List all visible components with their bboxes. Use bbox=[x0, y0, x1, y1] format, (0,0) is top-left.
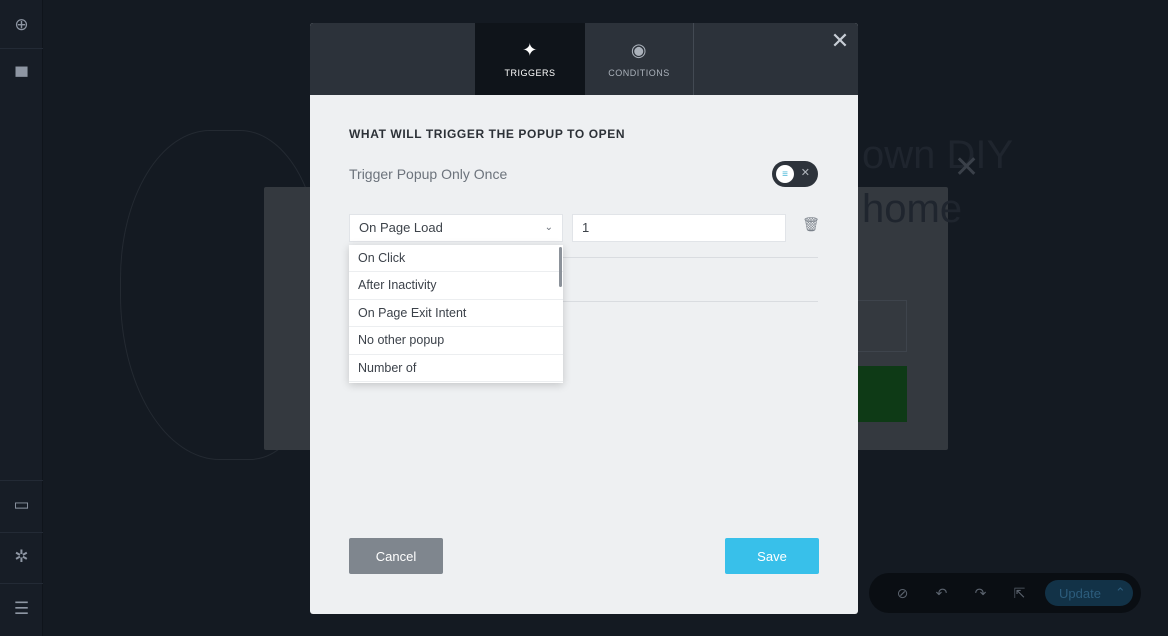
tab-conditions[interactable]: ◉ CONDITIONS bbox=[585, 23, 694, 95]
dropdown-option[interactable]: On Page Exit Intent bbox=[349, 300, 563, 328]
plus-circle-icon: ⊕ bbox=[14, 15, 29, 34]
trash-icon: 🗑 bbox=[802, 216, 820, 232]
background-heading-line: own DIY bbox=[862, 133, 1014, 177]
background-heading-line: home bbox=[862, 187, 963, 231]
widgets-button[interactable]: ▀ bbox=[0, 55, 43, 99]
editor-app: ⊕ ▀ ▭ ✲ ☰ own DIY home ✕ ⊘ ↶ ↷ ⇱ Update … bbox=[0, 0, 1168, 636]
tab-triggers-label: TRIGGERS bbox=[504, 67, 556, 78]
bottom-toolbar: ⊘ ↶ ↷ ⇱ Update ⌃ bbox=[869, 573, 1141, 613]
trigger-type-dropdown: On Click After Inactivity On Page Exit I… bbox=[349, 245, 563, 383]
popup-settings-modal: ✦ TRIGGERS ◉ CONDITIONS ✕ WHAT WILL TRIG… bbox=[310, 23, 858, 614]
external-link-icon: ⇱ bbox=[1013, 584, 1026, 601]
trigger-value-input[interactable]: 1 bbox=[572, 214, 786, 242]
trigger-once-toggle[interactable]: ≡ ✕ bbox=[772, 161, 818, 187]
row-divider bbox=[563, 257, 818, 258]
rail-divider bbox=[0, 480, 43, 481]
toggle-knob: ≡ bbox=[776, 165, 794, 183]
hamburger-icon: ☰ bbox=[13, 599, 30, 618]
update-label: Update bbox=[1059, 585, 1101, 601]
close-icon: ✕ bbox=[830, 28, 850, 53]
dropdown-option[interactable]: Number of bbox=[349, 355, 563, 382]
toggle-off-icon: ✕ bbox=[800, 167, 810, 179]
trigger-type-value: On Page Load bbox=[359, 220, 443, 235]
toggle-lines-icon: ≡ bbox=[782, 168, 788, 180]
background-button bbox=[858, 366, 907, 422]
hide-button[interactable]: ⊘ bbox=[883, 573, 922, 613]
row-divider bbox=[563, 301, 818, 302]
dropdown-scrollbar[interactable] bbox=[559, 247, 562, 287]
save-button[interactable]: Save bbox=[725, 538, 819, 574]
update-button[interactable]: Update ⌃ bbox=[1045, 580, 1133, 606]
modal-header: ✦ TRIGGERS ◉ CONDITIONS ✕ bbox=[310, 23, 858, 95]
cancel-button[interactable]: Cancel bbox=[349, 538, 443, 574]
tab-conditions-label: CONDITIONS bbox=[608, 67, 670, 78]
menu-button[interactable]: ☰ bbox=[0, 587, 43, 631]
chevron-up-icon: ⌃ bbox=[1114, 585, 1126, 600]
rail-divider bbox=[0, 532, 43, 533]
section-title: WHAT WILL TRIGGER THE POPUP TO OPEN bbox=[349, 127, 626, 141]
gear-icon: ✲ bbox=[14, 547, 29, 566]
background-close-icon: ✕ bbox=[954, 151, 980, 184]
background-heading: own DIY home bbox=[862, 128, 1013, 236]
left-rail: ⊕ ▀ ▭ ✲ ☰ bbox=[0, 0, 43, 636]
delete-trigger-button[interactable]: 🗑 bbox=[802, 216, 820, 236]
add-element-button[interactable]: ⊕ bbox=[0, 3, 43, 47]
dropdown-option[interactable]: No other popup bbox=[349, 327, 563, 355]
redo-icon: ↷ bbox=[974, 584, 987, 601]
undo-button[interactable]: ↶ bbox=[922, 573, 961, 613]
settings-button[interactable]: ✲ bbox=[0, 535, 43, 579]
trigger-once-label: Trigger Popup Only Once bbox=[349, 166, 508, 182]
responsive-button[interactable]: ▭ bbox=[0, 483, 43, 527]
eye-icon: ◉ bbox=[630, 39, 648, 60]
close-button[interactable]: ✕ bbox=[830, 28, 850, 53]
preview-button[interactable]: ⇱ bbox=[1000, 573, 1039, 613]
dropdown-option[interactable]: On Click bbox=[349, 245, 563, 273]
dropdown-option[interactable]: After Inactivity bbox=[349, 272, 563, 300]
rail-divider bbox=[0, 48, 43, 49]
undo-icon: ↶ bbox=[935, 584, 948, 601]
background-field bbox=[858, 300, 907, 352]
desktop-icon: ▭ bbox=[13, 495, 30, 514]
tab-triggers[interactable]: ✦ TRIGGERS bbox=[475, 23, 585, 95]
sparkles-icon: ✦ bbox=[522, 39, 538, 60]
widgets-icon: ▀ bbox=[15, 67, 28, 86]
rail-divider bbox=[0, 583, 43, 584]
chevron-down-icon: ⌄ bbox=[544, 222, 553, 233]
redo-button[interactable]: ↷ bbox=[961, 573, 1000, 613]
eye-slash-icon: ⊘ bbox=[896, 584, 909, 601]
trigger-type-select[interactable]: On Page Load ⌄ bbox=[349, 214, 563, 242]
